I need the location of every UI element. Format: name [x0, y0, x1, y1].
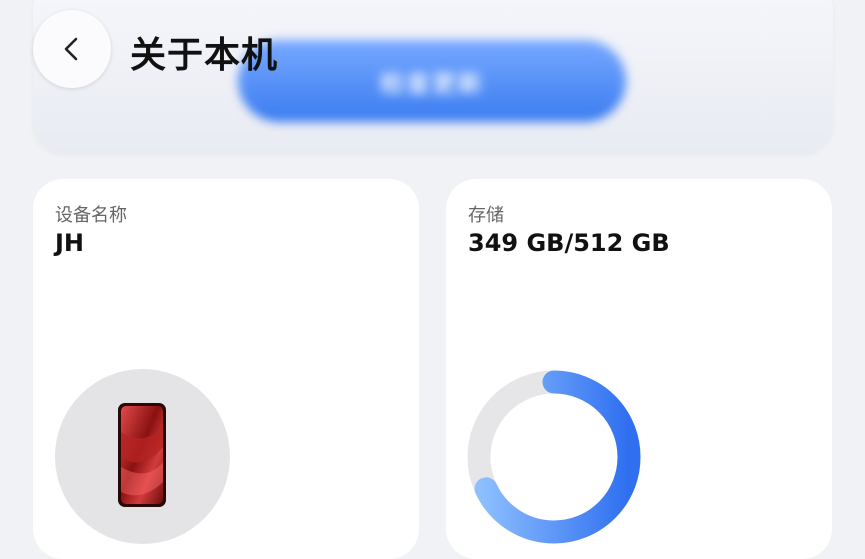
phone-icon	[118, 403, 166, 507]
storage-usage-ring	[467, 370, 641, 544]
device-name-value: JH	[55, 229, 85, 257]
back-button[interactable]	[33, 10, 111, 88]
storage-card[interactable]: 存储 349 GB/512 GB	[446, 179, 832, 559]
chevron-left-icon	[64, 37, 78, 61]
storage-label: 存储	[468, 205, 504, 226]
device-name-label: 设备名称	[55, 205, 127, 226]
device-name-card[interactable]: 设备名称 JH	[33, 179, 419, 559]
device-image-container	[55, 369, 230, 544]
page-title: 关于本机	[130, 35, 279, 76]
storage-value: 349 GB/512 GB	[468, 229, 670, 257]
check-update-button[interactable]: 检查更新	[238, 40, 626, 122]
